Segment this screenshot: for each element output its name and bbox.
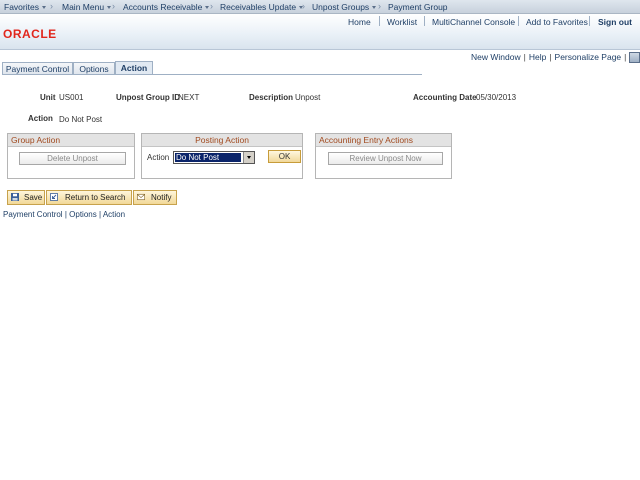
link-separator: | bbox=[64, 210, 67, 219]
multichannel-console-link[interactable]: MultiChannel Console bbox=[432, 17, 515, 27]
unpost-group-id-label: Unpost Group ID bbox=[116, 93, 180, 102]
bottom-page-links: Payment Control | Options | Action bbox=[3, 210, 125, 219]
chevron-down-icon bbox=[372, 6, 377, 10]
action-value: Do Not Post bbox=[59, 115, 103, 124]
notify-button[interactable]: Notify bbox=[133, 190, 177, 205]
header-divider bbox=[518, 16, 519, 26]
return-icon bbox=[50, 193, 58, 201]
header-divider bbox=[424, 16, 425, 26]
nav-accounts-receivable-label: Accounts Receivable bbox=[123, 2, 203, 12]
description-label: Description bbox=[249, 93, 294, 102]
nav-main-menu[interactable]: Main Menu bbox=[62, 2, 112, 12]
chevron-down-icon[interactable] bbox=[243, 152, 254, 163]
description-value: Unpost bbox=[295, 93, 321, 102]
link-separator: | bbox=[624, 52, 627, 62]
action-label: Action bbox=[28, 114, 53, 123]
home-link[interactable]: Home bbox=[348, 17, 371, 27]
header-divider bbox=[589, 16, 590, 26]
posting-action-title: Posting Action bbox=[142, 134, 302, 147]
nav-unpost-groups-label: Unpost Groups bbox=[312, 2, 370, 12]
nav-favorites[interactable]: Favorites bbox=[4, 2, 46, 12]
worklist-link[interactable]: Worklist bbox=[387, 17, 417, 27]
posting-action-select[interactable]: Do Not Post bbox=[173, 151, 255, 164]
personalize-page-link[interactable]: Personalize Page bbox=[555, 52, 622, 62]
nav-receivables-update[interactable]: Receivables Update bbox=[220, 2, 304, 12]
unit-value: US001 bbox=[59, 93, 84, 102]
nav-separator-icon: › bbox=[210, 1, 213, 11]
sign-out-link[interactable]: Sign out bbox=[598, 17, 632, 27]
new-window-link[interactable]: New Window bbox=[471, 52, 521, 62]
tab-underline bbox=[2, 74, 422, 75]
nav-separator-icon: › bbox=[112, 1, 115, 11]
posting-action-label: Action bbox=[147, 153, 170, 162]
return-to-search-button[interactable]: Return to Search bbox=[46, 190, 132, 205]
help-link[interactable]: Help bbox=[529, 52, 546, 62]
bottom-link-options[interactable]: Options bbox=[69, 210, 97, 219]
notify-label: Notify bbox=[151, 193, 172, 202]
nav-payment-group[interactable]: Payment Group bbox=[388, 2, 448, 12]
nav-receivables-update-label: Receivables Update bbox=[220, 2, 297, 12]
posting-action-selected-value: Do Not Post bbox=[175, 153, 241, 162]
delete-unpost-button[interactable]: Delete Unpost bbox=[19, 152, 126, 165]
group-action-title: Group Action bbox=[8, 134, 134, 147]
grid-icon[interactable] bbox=[629, 52, 640, 64]
chevron-down-icon bbox=[205, 6, 210, 10]
accounting-date-value: 05/30/2013 bbox=[476, 93, 517, 102]
nav-main-menu-label: Main Menu bbox=[62, 2, 105, 12]
tab-action[interactable]: Action bbox=[115, 61, 153, 75]
page-header: Home Worklist MultiChannel Console Add t… bbox=[0, 14, 640, 50]
chevron-down-icon bbox=[107, 6, 112, 10]
chevron-down-icon bbox=[41, 6, 46, 10]
nav-separator-icon: › bbox=[50, 1, 53, 11]
bottom-link-payment-control[interactable]: Payment Control bbox=[3, 210, 63, 219]
save-label: Save bbox=[24, 193, 43, 202]
link-separator: | bbox=[549, 52, 552, 62]
nav-favorites-label: Favorites bbox=[4, 2, 39, 12]
accounting-entry-actions-title: Accounting Entry Actions bbox=[316, 134, 451, 147]
link-separator: | bbox=[523, 52, 526, 62]
save-icon bbox=[11, 193, 19, 201]
return-to-search-label: Return to Search bbox=[65, 193, 126, 202]
nav-accounts-receivable[interactable]: Accounts Receivable bbox=[123, 2, 210, 12]
accounting-date-label: Accounting Date bbox=[413, 93, 477, 102]
link-separator: | bbox=[98, 210, 102, 219]
bottom-link-action[interactable]: Action bbox=[103, 210, 125, 219]
envelope-icon bbox=[137, 193, 145, 201]
top-navigation-bar: Favorites › Main Menu › Accounts Receiva… bbox=[0, 0, 640, 14]
save-button[interactable]: Save bbox=[7, 190, 45, 205]
add-to-favorites-link[interactable]: Add to Favorites bbox=[526, 17, 588, 27]
review-unpost-now-button[interactable]: Review Unpost Now bbox=[328, 152, 443, 165]
unpost-group-id-value: NEXT bbox=[178, 93, 200, 102]
nav-separator-icon: › bbox=[302, 1, 305, 11]
unit-label: Unit bbox=[40, 93, 56, 102]
nav-separator-icon: › bbox=[378, 1, 381, 11]
oracle-logo: ORACLE bbox=[3, 27, 57, 41]
nav-unpost-groups[interactable]: Unpost Groups bbox=[312, 2, 377, 12]
ok-button[interactable]: OK bbox=[268, 150, 301, 163]
header-divider bbox=[379, 16, 380, 26]
page-utility-links: New Window | Help | Personalize Page | bbox=[471, 52, 640, 64]
